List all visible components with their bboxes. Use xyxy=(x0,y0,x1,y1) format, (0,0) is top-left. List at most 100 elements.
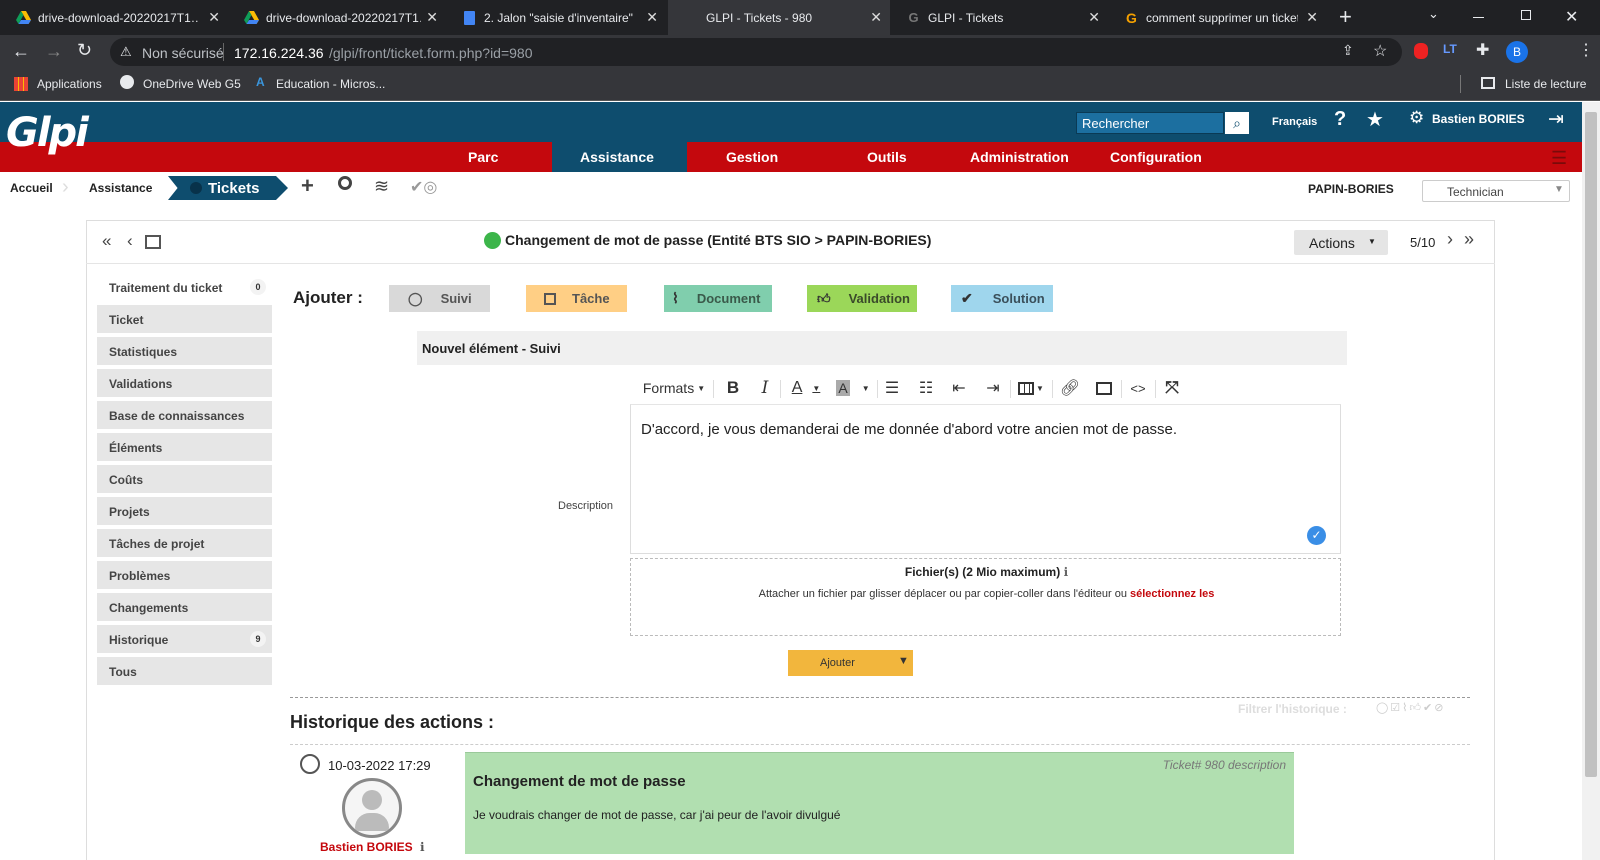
breadcrumb-current[interactable]: Tickets xyxy=(168,176,288,200)
info-icon[interactable]: ℹ xyxy=(420,840,425,854)
close-tab-icon[interactable]: ✕ xyxy=(870,9,882,26)
add-followup-button[interactable]: ◯ Suivi xyxy=(389,285,490,312)
outdent-icon[interactable]: ⇤ xyxy=(947,376,971,400)
search-input[interactable]: Rechercher xyxy=(1076,112,1224,134)
close-window-icon[interactable]: ✕ xyxy=(1565,7,1578,27)
bookmark-link[interactable]: Education - Micros... xyxy=(276,77,385,91)
browser-tab[interactable]: drive-download-20220217T1… ✕ xyxy=(0,0,228,35)
bookmark-star-icon[interactable]: ☆ xyxy=(1373,41,1387,61)
tab-search-icon[interactable]: ⌄ xyxy=(1428,6,1439,22)
first-page-icon[interactable]: « xyxy=(102,231,111,251)
sidebar-item-ticket[interactable]: Ticket xyxy=(97,305,272,333)
entity-label[interactable]: PAPIN-BORIES xyxy=(1308,182,1394,196)
sidebar-item-tous[interactable]: Tous xyxy=(97,657,272,685)
reading-list-button[interactable]: Liste de lecture xyxy=(1505,77,1586,91)
close-tab-icon[interactable]: ✕ xyxy=(1306,9,1318,26)
sidebar-item-elements[interactable]: Éléments xyxy=(97,433,272,461)
previous-icon[interactable]: ‹ xyxy=(127,231,133,251)
browser-tab[interactable]: drive-download-20220217T1… ✕ xyxy=(228,0,446,35)
sidebar-item-historique[interactable]: Historique 9 xyxy=(97,625,272,653)
favorite-star-icon[interactable]: ★ xyxy=(1366,107,1384,132)
indent-icon[interactable]: ⇥ xyxy=(981,376,1005,400)
check-eye-icon[interactable]: ✔◎ xyxy=(410,177,437,197)
new-tab-icon[interactable]: + xyxy=(1339,4,1352,30)
menu-item-outils[interactable]: Outils xyxy=(867,149,907,165)
italic-icon[interactable]: I xyxy=(754,376,776,400)
select-files-link[interactable]: sélectionnez les xyxy=(1130,588,1214,600)
help-icon[interactable]: ? xyxy=(1334,108,1346,131)
puzzle-icon[interactable]: ✚ xyxy=(1476,40,1489,60)
back-icon[interactable]: ← xyxy=(12,41,30,62)
sidebar-item-changements[interactable]: Changements xyxy=(97,593,272,621)
history-filter-icons[interactable]: ◯☑⌇👍︎✔⊘ xyxy=(1376,701,1445,714)
language-selector[interactable]: Français xyxy=(1272,116,1317,128)
sidebar-item-taches-projet[interactable]: Tâches de projet xyxy=(97,529,272,557)
file-dropzone[interactable]: Fichier(s) (2 Mio maximum) ℹ Attacher un… xyxy=(630,558,1341,636)
close-tab-icon[interactable]: ✕ xyxy=(1088,9,1100,26)
caret-down-icon[interactable]: ▼ xyxy=(898,655,909,667)
add-task-button[interactable]: Tâche xyxy=(526,285,627,312)
forward-icon[interactable]: → xyxy=(45,41,63,62)
breadcrumb-section[interactable]: Assistance xyxy=(89,181,152,195)
source-code-icon[interactable]: <> xyxy=(1125,376,1151,400)
submit-add-button[interactable]: Ajouter ▼ xyxy=(788,650,913,676)
glpi-logo[interactable]: Glpi xyxy=(6,110,96,168)
close-tab-icon[interactable]: ✕ xyxy=(646,9,658,26)
background-color-icon[interactable]: A ▼ xyxy=(832,376,874,400)
search-icon[interactable] xyxy=(338,176,352,190)
logout-icon[interactable]: ⇥ xyxy=(1548,108,1564,131)
sidebar-item-validations[interactable]: Validations xyxy=(97,369,272,397)
menu-item-gestion[interactable]: Gestion xyxy=(726,149,778,165)
menu-item-parc[interactable]: Parc xyxy=(468,149,498,165)
menu-item-configuration[interactable]: Configuration xyxy=(1110,149,1202,165)
bookmark-link[interactable]: Applications xyxy=(37,77,102,91)
browser-tab[interactable]: G GLPI - Tickets ✕ xyxy=(890,0,1108,35)
sidebar-item-traitement[interactable]: Traitement du ticket 0 xyxy=(97,273,272,301)
image-icon[interactable] xyxy=(1092,376,1116,400)
text-color-icon[interactable]: A ▼ xyxy=(786,376,826,400)
layers-icon[interactable]: ≋ xyxy=(374,176,389,197)
add-solution-button[interactable]: ✔ Solution xyxy=(951,285,1053,312)
restore-icon[interactable] xyxy=(1521,10,1531,20)
description-editor[interactable]: D'accord, je vous demanderai de me donné… xyxy=(630,404,1341,554)
sidebar-item-problemes[interactable]: Problèmes xyxy=(97,561,272,589)
hamburger-menu-icon[interactable]: ☰ xyxy=(1551,148,1567,169)
table-icon[interactable]: ▼ xyxy=(1014,376,1048,400)
sidebar-item-couts[interactable]: Coûts xyxy=(97,465,272,493)
actions-button[interactable]: Actions ▼ xyxy=(1294,230,1388,255)
browser-tab[interactable]: 2. Jalon "saisie d'inventaire" - ✕ xyxy=(446,0,666,35)
sidebar-item-projets[interactable]: Projets xyxy=(97,497,272,525)
add-document-button[interactable]: ⌇ Document xyxy=(664,285,772,312)
search-icon[interactable]: ⌕ xyxy=(1225,112,1249,134)
breadcrumb-home[interactable]: Accueil xyxy=(10,181,53,195)
add-icon[interactable]: + xyxy=(301,173,314,199)
menu-item-administration[interactable]: Administration xyxy=(970,149,1069,165)
avatar[interactable]: B xyxy=(1506,41,1528,63)
browser-tab-active[interactable]: GLPI - Tickets - 980 ✕ xyxy=(668,0,890,35)
share-icon[interactable]: ⇪ xyxy=(1342,42,1354,59)
close-tab-icon[interactable]: ✕ xyxy=(426,9,438,26)
profile-select[interactable]: Technician ▼ xyxy=(1422,180,1570,202)
formats-dropdown[interactable]: Formats ▼ xyxy=(638,376,710,400)
apps-icon[interactable] xyxy=(14,77,28,91)
bullet-list-icon[interactable]: ☰ xyxy=(880,376,904,400)
close-tab-icon[interactable]: ✕ xyxy=(208,9,220,26)
reload-icon[interactable]: ↻ xyxy=(77,40,92,61)
gear-icon[interactable]: ⚙ xyxy=(1409,108,1424,128)
menu-item-assistance[interactable]: Assistance xyxy=(580,149,654,165)
last-page-icon[interactable]: » xyxy=(1464,229,1474,250)
page-scrollbar[interactable] xyxy=(1582,102,1600,860)
sidebar-item-statistiques[interactable]: Statistiques xyxy=(97,337,272,365)
numbered-list-icon[interactable]: ☷ xyxy=(914,376,938,400)
menu-dots-icon[interactable]: ⋮ xyxy=(1578,40,1594,60)
next-icon[interactable]: › xyxy=(1447,229,1453,250)
link-icon[interactable]: 🔗︎ xyxy=(1058,376,1082,400)
add-validation-button[interactable]: 👍︎ Validation xyxy=(807,285,917,312)
minimize-icon[interactable] xyxy=(1473,17,1484,18)
browser-tab[interactable]: G comment supprimer un ticket ✕ xyxy=(1108,0,1326,35)
bookmark-link[interactable]: OneDrive Web G5 xyxy=(143,77,241,91)
extension-icon[interactable] xyxy=(1414,43,1428,59)
list-icon[interactable] xyxy=(145,235,161,249)
extension-icon[interactable]: LT xyxy=(1443,42,1457,56)
reading-list-icon[interactable] xyxy=(1481,77,1495,89)
